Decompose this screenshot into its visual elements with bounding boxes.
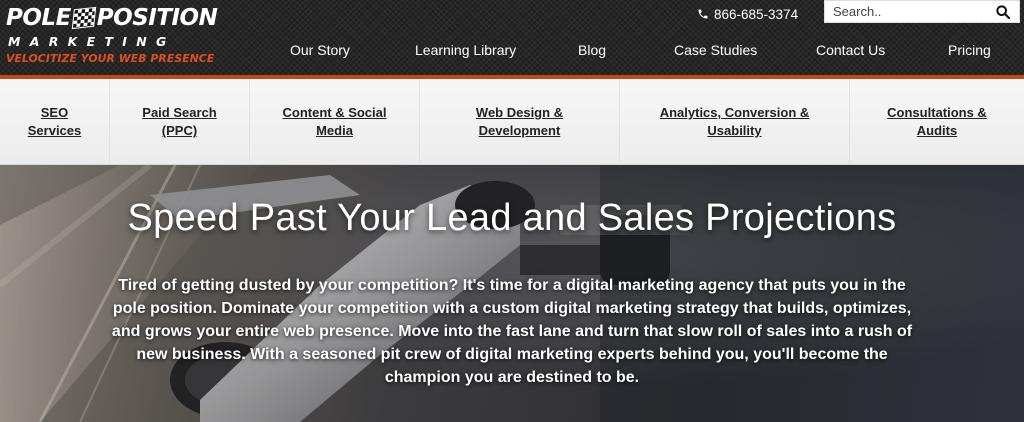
search-icon[interactable] bbox=[995, 4, 1011, 20]
nav-case-studies[interactable]: Case Studies bbox=[674, 42, 757, 58]
service-label: Analytics, Conversion & Usability bbox=[659, 105, 810, 138]
nav-our-story[interactable]: Our Story bbox=[290, 42, 350, 58]
hero-banner: Speed Past Your Lead and Sales Projectio… bbox=[0, 165, 1024, 422]
nav-pricing[interactable]: Pricing bbox=[948, 42, 991, 58]
service-paid-search[interactable]: Paid Search (PPC) bbox=[110, 79, 250, 165]
nav-blog[interactable]: Blog bbox=[578, 42, 606, 58]
phone-icon bbox=[698, 9, 708, 19]
service-label: Web Design & Development bbox=[475, 105, 564, 138]
service-label: Consultations & Audits bbox=[887, 105, 987, 138]
service-label: Content & Social Media bbox=[282, 105, 387, 138]
logo-word-position: POSITION bbox=[96, 5, 218, 31]
search-input[interactable] bbox=[825, 1, 985, 22]
service-seo[interactable]: SEO Services bbox=[0, 79, 110, 165]
logo-wordmark: POLE POSITION bbox=[6, 5, 218, 31]
hero-title: Speed Past Your Lead and Sales Projectio… bbox=[127, 197, 897, 239]
service-label: Paid Search (PPC) bbox=[142, 105, 217, 138]
checkered-flag-icon bbox=[71, 6, 97, 30]
search-box bbox=[824, 0, 1020, 23]
service-consultations[interactable]: Consultations & Audits bbox=[850, 79, 1024, 165]
main-nav: Our Story Learning Library Blog Case Stu… bbox=[0, 42, 1024, 62]
site-header: POLE POSITION MARKETING VELOCITIZE YOUR W… bbox=[0, 0, 1024, 75]
service-content-social[interactable]: Content & Social Media bbox=[250, 79, 420, 165]
logo-word-pole: POLE bbox=[6, 5, 71, 31]
hero-description: Tired of getting dusted by your competit… bbox=[111, 277, 913, 386]
nav-learning-library[interactable]: Learning Library bbox=[415, 42, 516, 58]
nav-contact-us[interactable]: Contact Us bbox=[816, 42, 885, 58]
service-web-design[interactable]: Web Design & Development bbox=[420, 79, 620, 165]
phone-number: 866-685-3374 bbox=[714, 6, 799, 22]
services-nav: SEO Services Paid Search (PPC) Content &… bbox=[0, 79, 1024, 165]
service-analytics[interactable]: Analytics, Conversion & Usability bbox=[620, 79, 850, 165]
phone-contact[interactable]: 866-685-3374 bbox=[697, 5, 798, 23]
service-label: SEO Services bbox=[27, 105, 82, 138]
